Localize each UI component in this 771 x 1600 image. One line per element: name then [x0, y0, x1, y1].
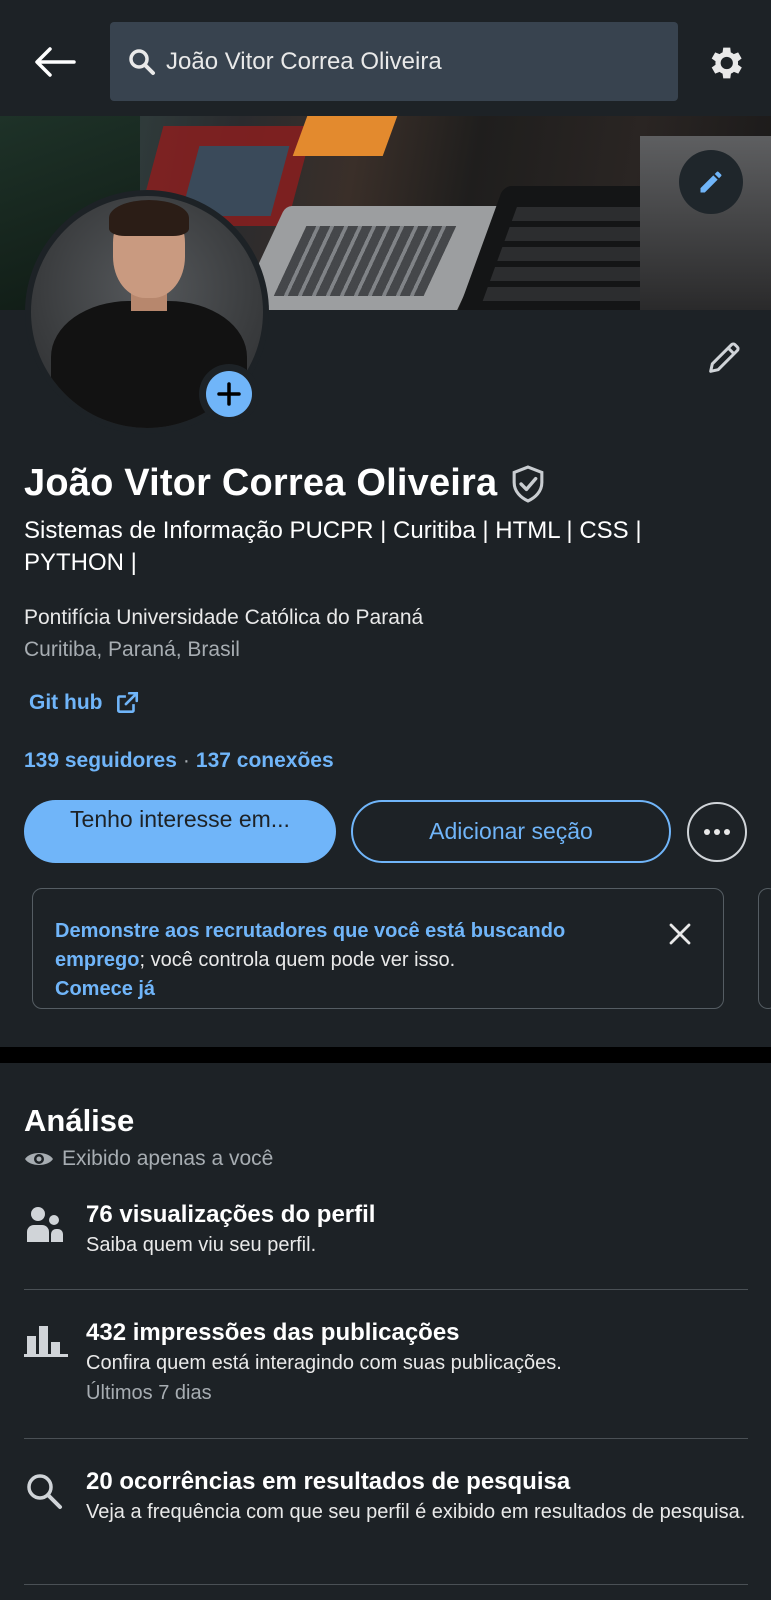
edit-profile-button[interactable]: [700, 334, 748, 382]
card-message-rest: ; você controla quem pode ver isso.: [139, 949, 456, 971]
close-icon: [669, 923, 691, 945]
search-icon: [24, 1467, 86, 1527]
search-appearances-item[interactable]: 20 ocorrências em resultados de pesquisa…: [24, 1467, 748, 1527]
followers-link[interactable]: 139 seguidores: [24, 749, 177, 772]
search-value: João Vitor Correa Oliveira: [166, 47, 442, 75]
metric-title: 20 ocorrências em resultados de pesquisa: [86, 1468, 571, 1495]
card-cta-link[interactable]: Comece já: [55, 975, 653, 1004]
network-stats: 139 seguidores · 137 conexões: [24, 749, 334, 773]
settings-button[interactable]: [700, 38, 750, 88]
open-to-work-card[interactable]: Demonstre aos recrutadores que você está…: [32, 888, 724, 1009]
verified-shield-icon[interactable]: [509, 464, 547, 504]
pencil-icon: [700, 171, 722, 193]
bar-chart-icon: [24, 1318, 86, 1408]
profile-views-item[interactable]: 76 visualizações do perfil Saiba quem vi…: [24, 1200, 748, 1260]
profile-name: João Vitor Correa Oliveira: [24, 462, 498, 504]
profile-link[interactable]: Git hub: [29, 690, 140, 716]
people-icon: [24, 1200, 86, 1260]
profile-school: Pontifícia Universidade Católica do Para…: [24, 606, 424, 629]
metric-period: Últimos 7 dias: [86, 1382, 212, 1404]
search-input[interactable]: João Vitor Correa Oliveira: [110, 22, 678, 101]
open-to-button[interactable]: Tenho interesse em...: [24, 800, 336, 863]
profile-headline: Sistemas de Informação PUCPR | Curitiba …: [24, 517, 642, 576]
metric-desc: Confira quem está interagindo com suas p…: [86, 1352, 562, 1374]
add-section-button[interactable]: Adicionar seção: [351, 800, 671, 863]
post-impressions-item[interactable]: 432 impressões das publicações Confira q…: [24, 1318, 748, 1408]
plus-icon: [217, 382, 241, 406]
analytics-title: Análise: [24, 1103, 135, 1138]
external-link-icon: [114, 690, 140, 716]
metric-title: 76 visualizações do perfil: [86, 1201, 376, 1228]
private-note: Exibido apenas a você: [24, 1147, 273, 1171]
card-message: Demonstre aos recrutadores que você está…: [55, 917, 653, 975]
back-button[interactable]: [28, 40, 80, 84]
search-icon: [129, 48, 155, 75]
metric-desc: Veja a frequência com que seu perfil é e…: [86, 1501, 746, 1523]
more-dots-icon: [704, 829, 730, 835]
gear-icon: [711, 47, 742, 79]
section-divider: [0, 1047, 771, 1063]
name-row: João Vitor Correa Oliveira: [24, 462, 547, 505]
stats-separator: ·: [182, 749, 190, 772]
metric-title: 432 impressões das publicações: [86, 1319, 460, 1346]
profile-link-label: Git hub: [29, 691, 103, 714]
card-close-button[interactable]: [665, 919, 695, 949]
pencil-icon: [709, 342, 740, 373]
private-note-text: Exibido apenas a você: [62, 1147, 274, 1170]
arrow-left-icon: [35, 47, 76, 77]
next-card-peek[interactable]: [758, 888, 771, 1009]
divider: [24, 1584, 748, 1585]
metric-desc: Saiba quem viu seu perfil.: [86, 1234, 317, 1256]
edit-banner-button[interactable]: [679, 150, 743, 214]
connections-link[interactable]: 137 conexões: [196, 749, 334, 772]
profile-location: Curitiba, Paraná, Brasil: [24, 638, 240, 661]
add-photo-button[interactable]: [199, 364, 259, 424]
divider: [24, 1289, 748, 1290]
more-button[interactable]: [687, 802, 747, 862]
divider: [24, 1438, 748, 1439]
top-bar: João Vitor Correa Oliveira: [0, 0, 771, 116]
eye-icon: [24, 1149, 54, 1169]
